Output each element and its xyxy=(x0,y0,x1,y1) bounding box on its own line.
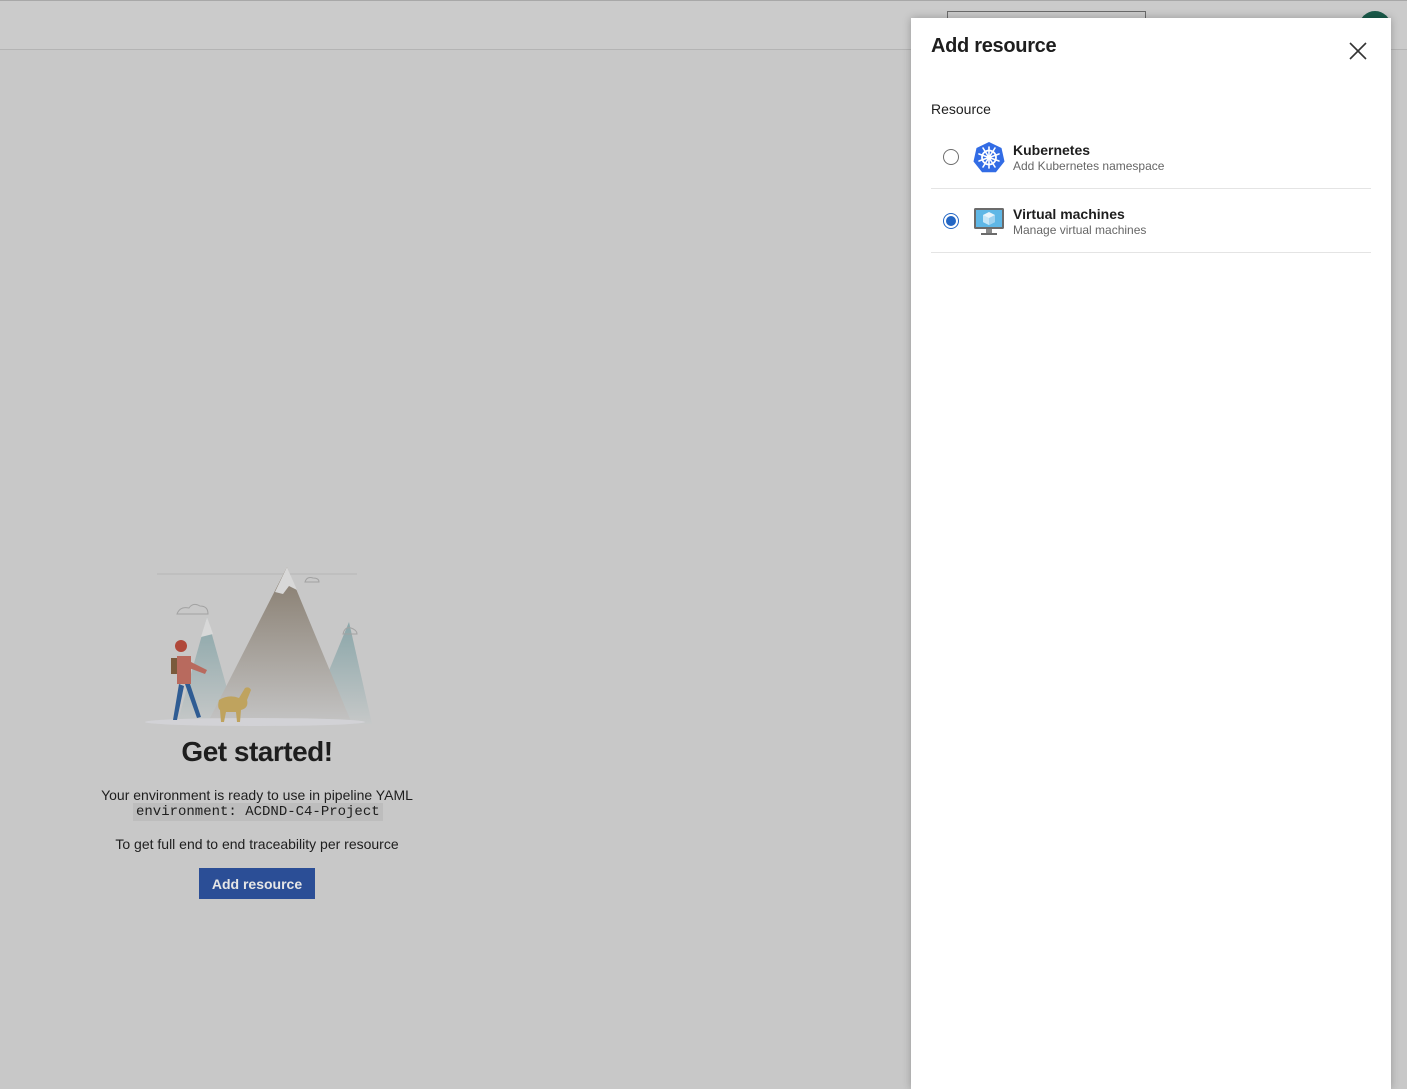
virtual-machines-radio[interactable] xyxy=(943,213,959,229)
close-icon xyxy=(1349,42,1367,60)
yaml-snippet: environment: ACDND-C4-Project xyxy=(133,803,383,821)
kubernetes-title: Kubernetes xyxy=(1013,142,1091,158)
panel-title: Add resource xyxy=(931,35,1057,57)
kubernetes-icon xyxy=(973,142,1005,173)
kubernetes-subtitle: Add Kubernetes namespace xyxy=(1013,159,1165,173)
option-virtual-machines[interactable]: Virtual machines Manage virtual machines xyxy=(931,190,1371,253)
resource-section-label: Resource xyxy=(931,101,991,117)
close-button[interactable] xyxy=(1345,38,1371,64)
kubernetes-radio[interactable] xyxy=(943,149,959,165)
ready-text: Your environment is ready to use in pipe… xyxy=(101,787,413,803)
option-kubernetes[interactable]: Kubernetes Add Kubernetes namespace xyxy=(931,126,1371,189)
mountain-hiker-illustration xyxy=(145,567,372,726)
traceability-text: To get full end to end traceability per … xyxy=(115,836,399,852)
virtual-machines-subtitle: Manage virtual machines xyxy=(1013,223,1147,237)
virtual-machines-title: Virtual machines xyxy=(1013,206,1125,222)
virtual-machine-icon xyxy=(974,208,1004,235)
add-resource-panel: Add resource Resource Kubernetes Add Kub… xyxy=(911,18,1391,1089)
get-started-heading: Get started! xyxy=(181,736,333,767)
add-resource-button[interactable]: Add resource xyxy=(199,868,315,899)
